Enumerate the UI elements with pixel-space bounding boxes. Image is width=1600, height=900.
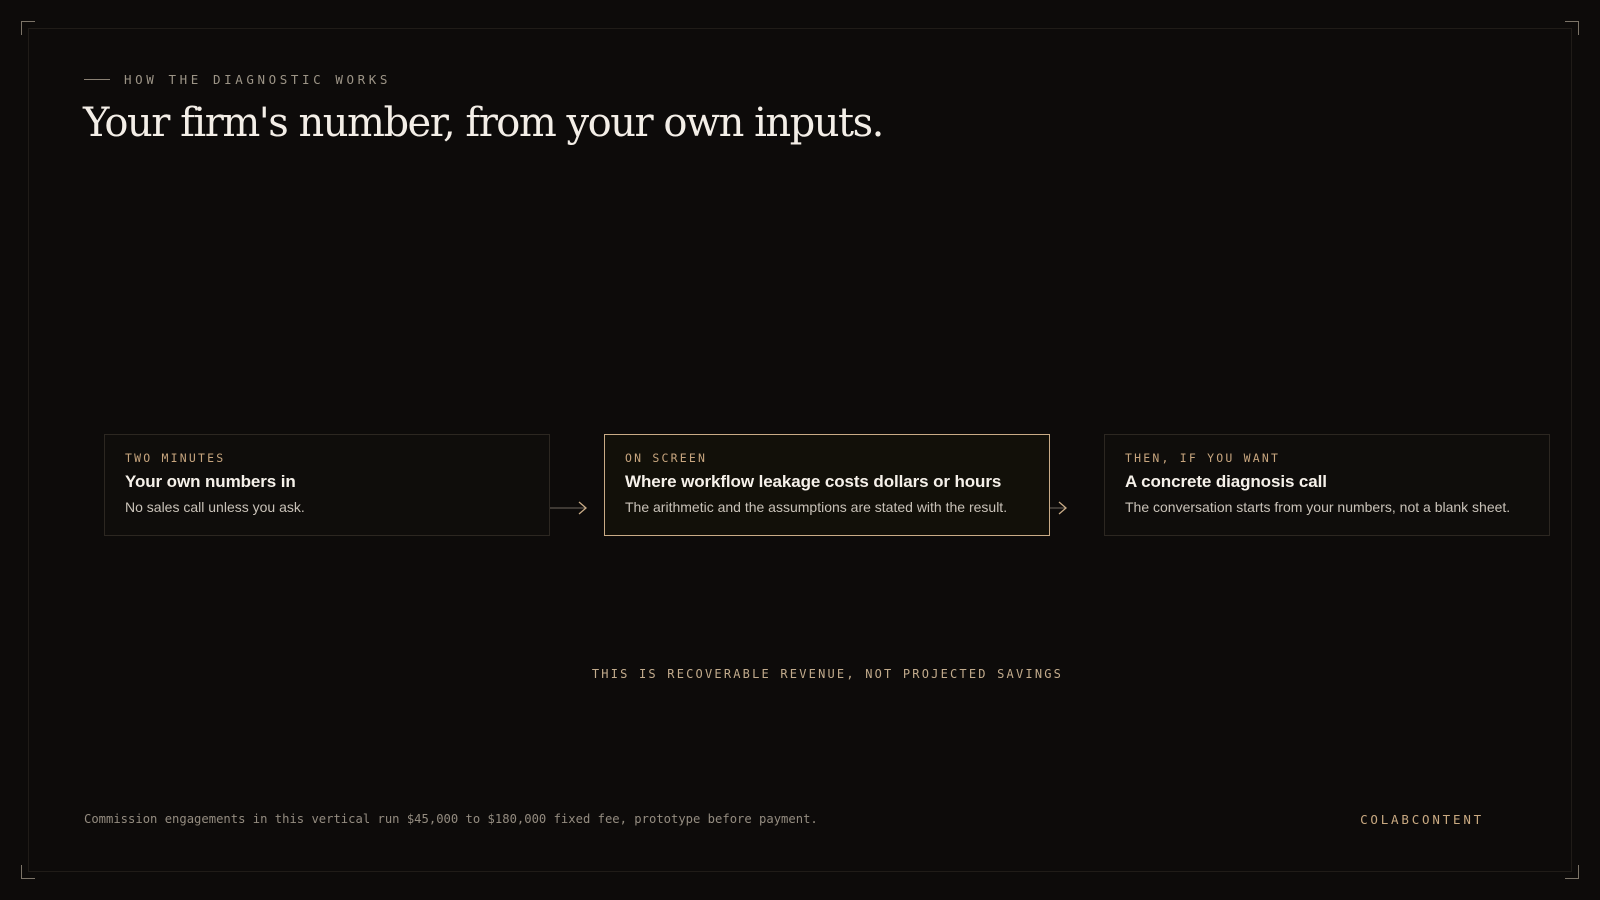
step-label: ON SCREEN [625, 451, 708, 465]
step-description: The arithmetic and the assumptions are s… [625, 499, 1008, 515]
corner-mark-top-right [1565, 21, 1579, 35]
brand-logo-text: COLABCONTENT [1360, 812, 1484, 827]
step-description: The conversation starts from your number… [1125, 499, 1511, 515]
arrow-right-icon [550, 501, 587, 515]
eyebrow-text: HOW THE DIAGNOSTIC WORKS [124, 72, 392, 87]
step-card-two-minutes: TWO MINUTES Your own numbers in No sales… [104, 434, 550, 536]
corner-mark-bottom-left [21, 865, 35, 879]
page-title: Your firm's number, from your own inputs… [83, 100, 884, 146]
step-label: TWO MINUTES [125, 451, 226, 465]
section-eyebrow: HOW THE DIAGNOSTIC WORKS [84, 72, 391, 87]
footer-note: Commission engagements in this vertical … [84, 812, 818, 826]
corner-mark-bottom-right [1565, 865, 1579, 879]
arrow-right-icon [1050, 501, 1067, 515]
step-description: No sales call unless you ask. [125, 499, 305, 515]
corner-mark-top-left [21, 21, 35, 35]
eyebrow-rule [84, 79, 110, 80]
revenue-note: THIS IS RECOVERABLE REVENUE, NOT PROJECT… [591, 667, 1064, 681]
step-card-on-screen: ON SCREEN Where workflow leakage costs d… [604, 434, 1050, 536]
step-title: A concrete diagnosis call [1125, 472, 1327, 491]
step-card-diagnosis-call: THEN, IF YOU WANT A concrete diagnosis c… [1104, 434, 1550, 536]
step-title: Your own numbers in [125, 472, 296, 491]
step-label: THEN, IF YOU WANT [1125, 451, 1281, 465]
step-title: Where workflow leakage costs dollars or … [625, 472, 1002, 491]
